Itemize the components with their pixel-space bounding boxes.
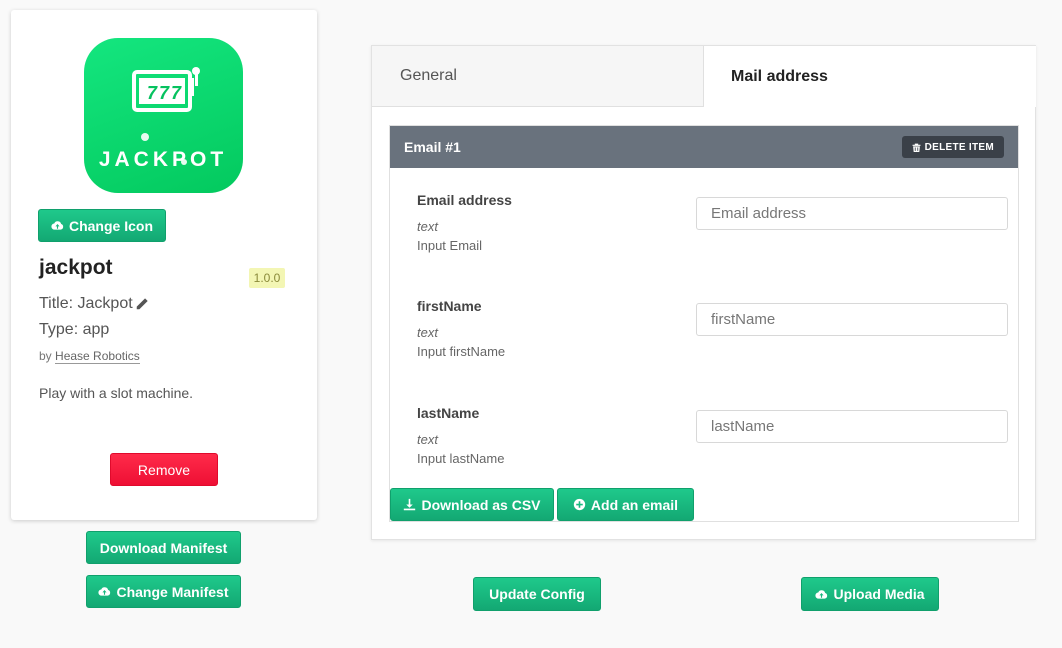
plus-circle-icon	[573, 498, 586, 511]
download-manifest-button[interactable]: Download Manifest	[86, 531, 241, 564]
svg-text:7: 7	[147, 83, 158, 103]
download-manifest-label: Download Manifest	[99, 539, 228, 556]
field-row-email: Email address text Input Email	[390, 192, 1018, 282]
field-label: Email address	[417, 192, 512, 208]
email-item-header: Email #1 DELETE ITEM	[390, 126, 1018, 168]
app-title-text: Title: Jackpot	[39, 295, 133, 312]
field-row-firstname: firstName text Input firstName	[390, 298, 1018, 388]
download-csv-label: Download as CSV	[421, 496, 541, 513]
email-item-title: Email #1	[404, 139, 461, 155]
update-config-label: Update Config	[489, 586, 585, 602]
add-email-label: Add an email	[590, 496, 679, 513]
field-label: lastName	[417, 405, 480, 421]
change-manifest-button[interactable]: Change Manifest	[86, 575, 241, 608]
author-line: by Hease Robotics	[39, 349, 140, 364]
download-icon	[404, 498, 416, 511]
app-description: Play with a slot machine.	[39, 385, 194, 401]
svg-text:7: 7	[171, 83, 182, 103]
field-description: Input firstName	[417, 344, 506, 359]
app-icon: 7 7 7 JACKPOT	[84, 38, 243, 193]
pencil-icon[interactable]	[135, 297, 149, 311]
tab-general-label: General	[400, 67, 457, 84]
upload-media-label: Upload Media	[833, 586, 925, 602]
email-address-input[interactable]	[696, 197, 1008, 230]
cloud-upload-icon	[98, 587, 111, 596]
cloud-upload-icon	[51, 221, 64, 230]
app-title: Title: Jackpot	[39, 295, 149, 313]
field-type: text	[417, 432, 438, 447]
field-row-lastname: lastName text Input lastName	[390, 405, 1018, 495]
app-type: Type: app	[39, 321, 110, 338]
tab-mail-address-label: Mail address	[731, 67, 828, 85]
update-config-button[interactable]: Update Config	[473, 577, 601, 611]
remove-button[interactable]: Remove	[110, 453, 218, 486]
version-badge: 1.0.0	[249, 268, 285, 288]
firstname-input[interactable]	[696, 303, 1008, 336]
app-name: jackpot	[39, 256, 113, 279]
config-panel: General Mail address Email #1 DELETE ITE…	[371, 45, 1036, 540]
upload-media-button[interactable]: Upload Media	[801, 577, 939, 611]
email-item: Email #1 DELETE ITEM Email address text …	[389, 125, 1019, 522]
field-type: text	[417, 219, 438, 234]
field-type: text	[417, 325, 438, 340]
app-card: 7 7 7 JACKPOT Change Icon jackpot 1.0.0 …	[11, 10, 317, 520]
change-manifest-label: Change Manifest	[116, 583, 229, 600]
field-description: Input lastName	[417, 451, 505, 466]
delete-item-button[interactable]: DELETE ITEM	[901, 136, 1004, 158]
cloud-upload-icon	[815, 589, 828, 599]
trash-icon	[912, 143, 921, 152]
svg-text:7: 7	[159, 83, 170, 103]
field-description: Input Email	[417, 238, 483, 253]
tab-mail-address[interactable]: Mail address	[704, 45, 1036, 107]
tab-general[interactable]: General	[372, 46, 704, 107]
author-prefix: by	[39, 349, 52, 363]
field-label: firstName	[417, 298, 482, 314]
lastname-input[interactable]	[696, 410, 1008, 443]
svg-text:JACKPOT: JACKPOT	[99, 148, 227, 171]
change-icon-button[interactable]: Change Icon	[38, 209, 166, 242]
add-email-button[interactable]: Add an email	[557, 488, 694, 521]
download-csv-button[interactable]: Download as CSV	[390, 488, 554, 521]
change-icon-label: Change Icon	[68, 217, 153, 234]
delete-item-label: DELETE ITEM	[924, 141, 994, 153]
author-link[interactable]: Hease Robotics	[55, 349, 140, 364]
